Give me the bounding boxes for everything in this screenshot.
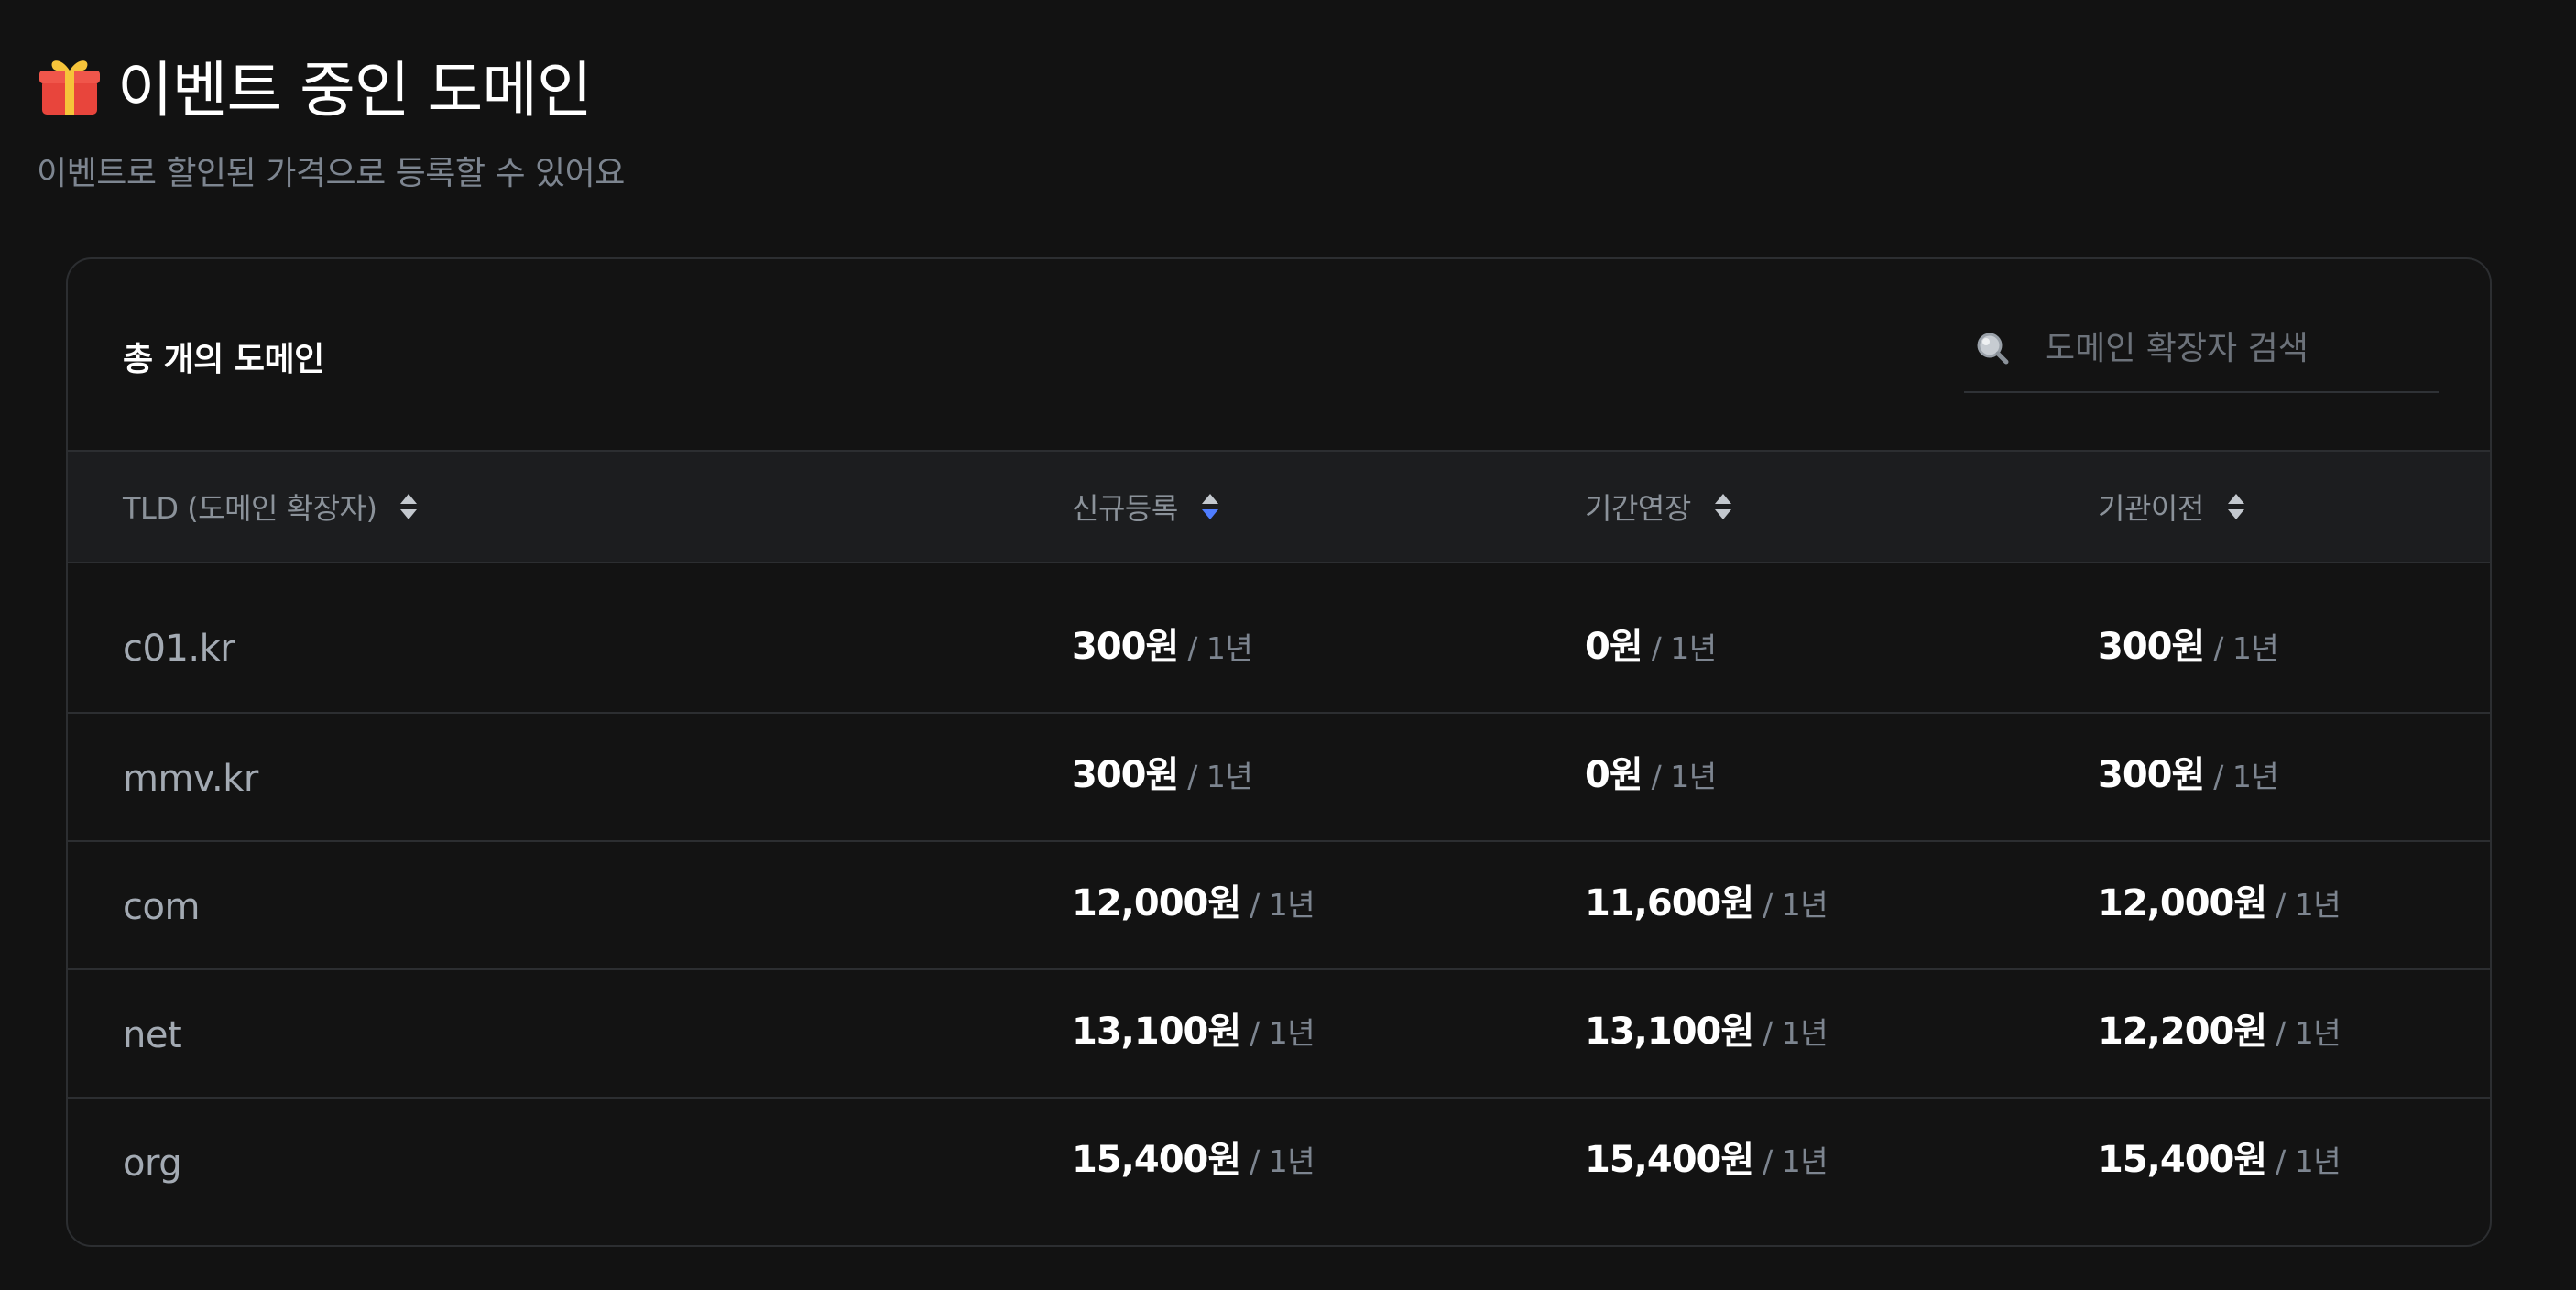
price-period: / 1년	[1187, 759, 1253, 794]
transfer-price: 12,000원/ 1년	[2098, 873, 2341, 926]
price-value: 15,400원	[1072, 1139, 1241, 1181]
register-price: 13,100원/ 1년	[1072, 1001, 1315, 1055]
price-value: 0원	[1585, 754, 1643, 796]
tld-name: c01.kr	[123, 628, 235, 670]
price-period: / 1년	[1763, 887, 1828, 923]
column-header-label: TLD (도메인 확장자)	[123, 491, 377, 526]
price-period: / 1년	[1651, 630, 1717, 666]
table-row[interactable]: mmv.kr 300원/ 1년 0원/ 1년 300원/ 1년	[68, 714, 2490, 842]
register-price: 300원/ 1년	[1072, 617, 1253, 670]
renew-price: 0원/ 1년	[1585, 617, 1717, 670]
price-value: 12,000원	[2098, 882, 2267, 924]
price-period: / 1년	[1187, 630, 1253, 666]
table-header: TLD (도메인 확장자) 신규등록 기간연장 기관이전	[68, 450, 2490, 563]
domain-table-card: 총 개의 도메인 TLD (도메인 확장자) 신규등록	[66, 257, 2492, 1247]
renew-price: 0원/ 1년	[1585, 745, 1717, 798]
column-header-label: 기간연장	[1585, 491, 1691, 526]
price-value: 300원	[2098, 754, 2205, 796]
price-value: 13,100원	[1072, 1011, 1241, 1053]
price-period: / 1년	[2276, 1143, 2341, 1179]
search-input[interactable]	[2045, 316, 2429, 380]
sort-icon[interactable]	[1713, 490, 1733, 523]
table-row[interactable]: com 12,000원/ 1년 11,600원/ 1년 12,000원/ 1년	[68, 842, 2490, 970]
gift-icon	[39, 60, 100, 115]
price-value: 15,400원	[2098, 1139, 2267, 1181]
register-price: 15,400원/ 1년	[1072, 1130, 1315, 1183]
column-header-label: 기관이전	[2098, 491, 2204, 526]
total-domain-count: 총 개의 도메인	[123, 341, 324, 378]
register-price: 12,000원/ 1년	[1072, 873, 1315, 926]
price-period: / 1년	[2213, 630, 2279, 666]
table-row[interactable]: net 13,100원/ 1년 13,100원/ 1년 12,200원/ 1년	[68, 970, 2490, 1099]
price-value: 15,400원	[1585, 1139, 1754, 1181]
sort-icon[interactable]	[2226, 490, 2246, 523]
price-value: 12,000원	[1072, 882, 1241, 924]
sort-active-icon[interactable]	[1200, 490, 1220, 523]
register-price: 300원/ 1년	[1072, 745, 1253, 798]
column-header-transfer[interactable]: 기관이전	[2098, 452, 2246, 562]
renew-price: 11,600원/ 1년	[1585, 873, 1828, 926]
price-value: 300원	[1072, 754, 1179, 796]
tld-name: org	[123, 1142, 182, 1185]
column-header-renew[interactable]: 기간연장	[1585, 452, 1733, 562]
transfer-price: 300원/ 1년	[2098, 745, 2279, 798]
transfer-price: 300원/ 1년	[2098, 617, 2279, 670]
price-period: / 1년	[1651, 759, 1717, 794]
transfer-price: 12,200원/ 1년	[2098, 1001, 2341, 1055]
column-header-tld[interactable]: TLD (도메인 확장자)	[123, 452, 419, 562]
search-icon	[1977, 333, 2009, 365]
price-value: 300원	[1072, 626, 1179, 668]
price-value: 11,600원	[1585, 882, 1754, 924]
price-period: / 1년	[2276, 1015, 2341, 1051]
renew-price: 13,100원/ 1년	[1585, 1001, 1828, 1055]
tld-name: mmv.kr	[123, 758, 258, 800]
price-period: / 1년	[1250, 1015, 1315, 1051]
column-header-register[interactable]: 신규등록	[1072, 452, 1220, 562]
price-period: / 1년	[2213, 759, 2279, 794]
price-period: / 1년	[1763, 1015, 1828, 1051]
page: 이벤트 중인 도메인 이벤트로 할인된 가격으로 등록할 수 있어요 총 개의 …	[0, 0, 2576, 1290]
search-box[interactable]	[1964, 316, 2439, 393]
page-title: 이벤트 중인 도메인	[117, 55, 593, 126]
page-subtitle: 이벤트로 할인된 가격으로 등록할 수 있어요	[37, 155, 625, 192]
transfer-price: 15,400원/ 1년	[2098, 1130, 2341, 1183]
card-header: 총 개의 도메인	[68, 259, 2490, 450]
price-value: 13,100원	[1585, 1011, 1754, 1053]
price-period: / 1년	[2276, 887, 2341, 923]
price-period: / 1년	[1763, 1143, 1828, 1179]
table-row[interactable]: org 15,400원/ 1년 15,400원/ 1년 15,400원/ 1년	[68, 1099, 2490, 1245]
price-value: 0원	[1585, 626, 1643, 668]
tld-name: net	[123, 1014, 182, 1056]
tld-name: com	[123, 886, 200, 928]
price-period: / 1년	[1250, 1143, 1315, 1179]
price-value: 300원	[2098, 626, 2205, 668]
sort-icon[interactable]	[398, 490, 419, 523]
column-header-label: 신규등록	[1072, 491, 1178, 526]
price-period: / 1년	[1250, 887, 1315, 923]
price-value: 12,200원	[2098, 1011, 2267, 1053]
title-row: 이벤트 중인 도메인	[37, 44, 593, 126]
renew-price: 15,400원/ 1년	[1585, 1130, 1828, 1183]
table-row[interactable]: c01.kr 300원/ 1년 0원/ 1년 300원/ 1년	[68, 563, 2490, 714]
